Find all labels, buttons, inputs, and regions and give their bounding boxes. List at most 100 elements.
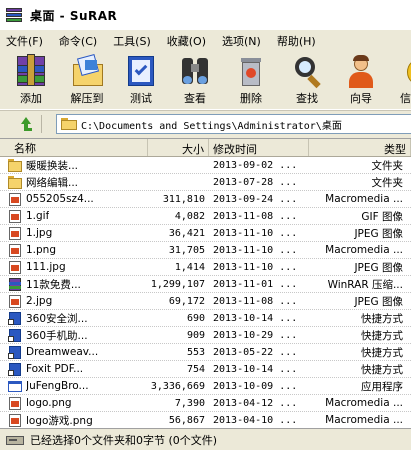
file-name: 360手机助... (26, 329, 88, 342)
file-modified: 2013-04-10 ... (213, 414, 298, 426)
file-modified: 2013-11-10 ... (213, 244, 298, 256)
file-modified: 2013-11-10 ... (213, 261, 298, 273)
find-button[interactable]: 查找 (278, 54, 336, 108)
shortcut-icon (8, 345, 22, 359)
info-label: 信 (400, 92, 411, 105)
recycle-bin-icon (233, 54, 269, 88)
wizard-person-icon (343, 54, 379, 88)
winrar-app-icon (6, 8, 22, 22)
file-row[interactable]: 111.jpg 1,414 2013-11-10 ... JPEG 图像 (0, 259, 411, 276)
file-modified: 2013-11-08 ... (213, 210, 298, 222)
file-name-cell: 360手机助... (0, 328, 148, 343)
file-type: Macromedia ... (325, 193, 403, 205)
file-row[interactable]: 网络编辑... 2013-07-28 ... 文件夹 (0, 174, 411, 191)
menu-help[interactable]: 帮助(H) (277, 33, 316, 49)
file-name: 1.jpg (26, 227, 53, 239)
shortcut-icon (8, 311, 22, 325)
menu-tools[interactable]: 工具(S) (113, 33, 151, 49)
file-name-cell: logo游戏.png (0, 413, 148, 428)
wizard-button[interactable]: 向导 (332, 54, 390, 108)
shortcut-icon (8, 362, 22, 376)
file-type: 快捷方式 (361, 329, 403, 342)
column-header: 名称 大小 修改时间 类型 (0, 139, 411, 157)
file-size: 909 (186, 329, 205, 341)
magnifier-icon (289, 54, 325, 89)
file-modified: 2013-10-14 ... (213, 312, 298, 324)
file-row[interactable]: logo游戏.png 56,867 2013-04-10 ... Macromedia… (0, 412, 411, 428)
window-title: 桌面 - SuRAR (30, 8, 118, 23)
extract-to-button[interactable]: 解压到 (58, 53, 116, 108)
file-row[interactable]: 暖暖换装... 2013-09-02 ... 文件夹 (0, 157, 411, 174)
file-name-cell: 网络编辑... (0, 175, 148, 190)
file-name-cell: 2.jpg (0, 294, 148, 308)
file-row[interactable]: 1.jpg 36,421 2013-11-10 ... JPEG 图像 (0, 225, 411, 242)
view-button[interactable]: 查看 (166, 54, 224, 108)
file-rows: 暖暖换装... 2013-09-02 ... 文件夹 网络编辑... 2013-07-2… (0, 157, 411, 428)
column-type[interactable]: 类型 (309, 139, 411, 156)
file-type: 文件夹 (371, 159, 404, 172)
file-name: logo游戏.png (26, 414, 93, 427)
file-name-cell: JuFengBro... (0, 380, 148, 393)
file-name: 1.gif (26, 210, 50, 222)
find-label: 查找 (296, 92, 318, 105)
up-one-level-button[interactable] (6, 115, 42, 133)
image-file-icon (8, 294, 22, 308)
file-row[interactable]: 1.png 31,705 2013-11-10 ... Macromedia ... (0, 242, 411, 259)
file-size: 553 (186, 346, 205, 358)
column-modified[interactable]: 修改时间 (209, 139, 309, 156)
file-size: 4,082 (174, 210, 205, 222)
address-bar: C:\Documents and Settings\Administrator\… (0, 110, 411, 136)
file-name: Dreamweav... (26, 346, 99, 358)
title-bar[interactable]: 桌面 - SuRAR (0, 0, 411, 30)
extract-label: 解压到 (70, 92, 104, 105)
file-name-cell: 055205sz4... (0, 192, 148, 206)
file-row[interactable]: 055205sz4... 311,810 2013-09-24 ... Macrome… (0, 191, 411, 208)
file-name-cell: Foxit PDF... (0, 362, 148, 376)
file-row[interactable]: 360安全浏... 690 2013-10-14 ... 快捷方式 (0, 310, 411, 327)
column-name[interactable]: 名称 (0, 139, 148, 156)
file-row[interactable]: logo.png 7,390 2013-04-12 ... Macromedia ..… (0, 395, 411, 412)
file-name: Foxit PDF... (26, 363, 84, 375)
path-field[interactable]: C:\Documents and Settings\Administrator\… (56, 114, 411, 134)
file-type: WinRAR 压缩... (327, 278, 403, 291)
file-modified: 2013-11-01 ... (213, 278, 298, 290)
add-button[interactable]: 添加 (2, 54, 60, 108)
file-row[interactable]: JuFengBro... 3,336,669 2013-10-09 ... 应用程序 (0, 378, 411, 395)
delete-button[interactable]: 删除 (222, 54, 280, 108)
delete-label: 删除 (240, 92, 262, 105)
column-size[interactable]: 大小 (148, 139, 209, 156)
menu-file[interactable]: 文件(F) (6, 33, 43, 49)
test-label: 测试 (130, 92, 152, 105)
toolbar: 添加 解压到 测试 查看 删除 查找 向导 信 (0, 52, 411, 110)
menu-options[interactable]: 选项(N) (222, 33, 261, 49)
menu-command[interactable]: 命令(C) (59, 33, 97, 49)
file-list[interactable]: 名称 大小 修改时间 类型 暖暖换装... 2013-09-02 ... 文件夹 网络… (0, 138, 411, 428)
file-row[interactable]: 1.gif 4,082 2013-11-08 ... GIF 图像 (0, 208, 411, 225)
file-row[interactable]: 11款免费... 1,299,107 2013-11-01 ... WinRAR 压缩… (0, 276, 411, 293)
file-type: JPEG 图像 (354, 227, 403, 240)
file-row[interactable]: 360手机助... 909 2013-10-29 ... 快捷方式 (0, 327, 411, 344)
info-button[interactable]: 信 (386, 54, 411, 108)
file-row[interactable]: 2.jpg 69,172 2013-11-08 ... JPEG 图像 (0, 293, 411, 310)
file-modified: 2013-10-14 ... (213, 363, 298, 375)
file-name: JuFengBro... (26, 380, 89, 392)
image-file-icon (8, 192, 22, 206)
file-name: 111.jpg (26, 261, 66, 273)
info-icon (397, 54, 411, 88)
application-icon (8, 380, 22, 393)
file-name-cell: 暖暖换装... (0, 158, 148, 173)
file-size: 1,299,107 (150, 278, 205, 290)
file-type: JPEG 图像 (354, 261, 403, 274)
file-name: 2.jpg (26, 295, 53, 307)
file-name: 360安全浏... (26, 312, 88, 325)
shortcut-icon (8, 328, 22, 342)
file-row[interactable]: Dreamweav... 553 2013-05-22 ... 快捷方式 (0, 344, 411, 361)
test-button[interactable]: 测试 (112, 54, 170, 108)
file-row[interactable]: Foxit PDF... 754 2013-10-14 ... 快捷方式 (0, 361, 411, 378)
archive-books-icon (13, 54, 49, 88)
file-type: Macromedia ... (325, 244, 403, 256)
binoculars-icon (177, 54, 213, 88)
menu-favorites[interactable]: 收藏(O) (167, 33, 206, 49)
wizard-label: 向导 (350, 92, 372, 105)
file-name-cell: 360安全浏... (0, 311, 148, 326)
